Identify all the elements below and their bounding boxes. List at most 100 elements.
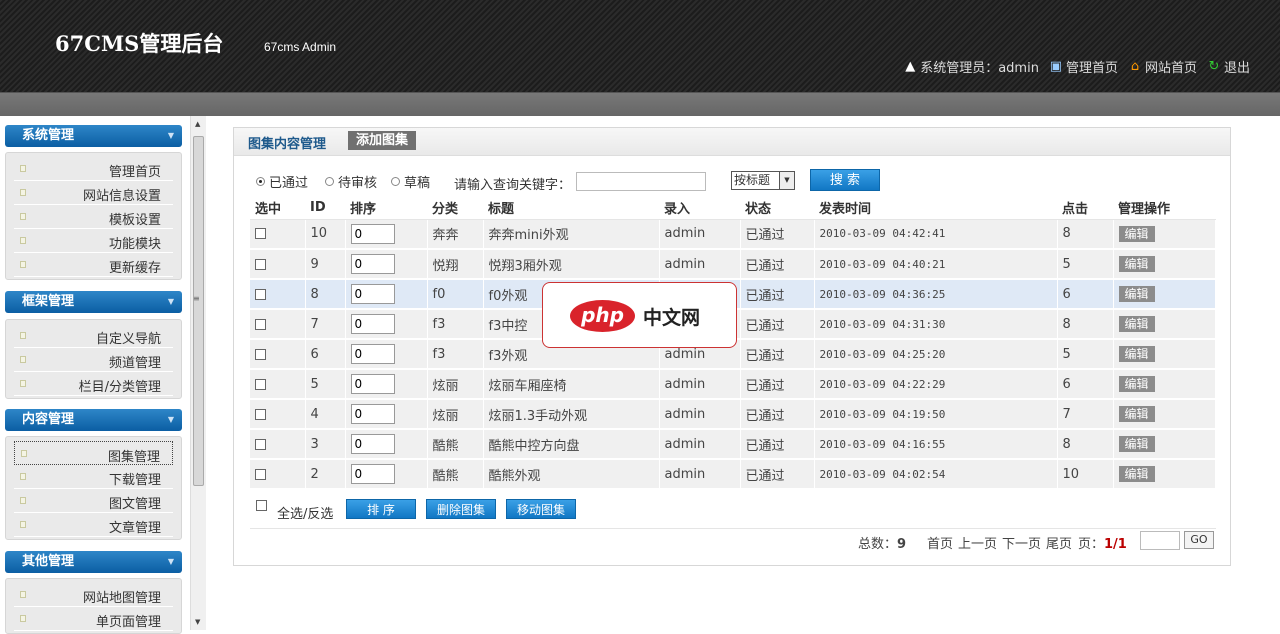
sort-input[interactable]: 0 bbox=[350, 314, 395, 334]
row-author: admin bbox=[659, 369, 741, 400]
bullet-icon bbox=[20, 591, 26, 598]
scroll-up-icon[interactable]: ▲ bbox=[195, 120, 200, 128]
col-category: 分类 bbox=[427, 197, 483, 220]
sidebar-item-single-page[interactable]: 单页面管理 bbox=[14, 607, 173, 631]
menu-label: 网站信息设置 bbox=[82, 189, 161, 204]
edit-button[interactable]: 编辑 bbox=[1118, 316, 1155, 332]
sort-input[interactable]: 0 bbox=[350, 404, 395, 424]
bullet-icon bbox=[20, 497, 26, 504]
sidebar-item-custom-nav[interactable]: 自定义导航 bbox=[14, 324, 173, 348]
row-checkbox[interactable] bbox=[255, 288, 266, 300]
sidebar-item-admin-home[interactable]: 管理首页 bbox=[14, 157, 173, 181]
row-category: f3 bbox=[427, 339, 484, 370]
sort-input[interactable]: 0 bbox=[350, 374, 395, 394]
row-checkbox[interactable] bbox=[255, 348, 266, 360]
sort-input[interactable]: 0 bbox=[350, 254, 395, 274]
move-gallery-button[interactable]: 移动图集 bbox=[506, 499, 576, 519]
edit-button[interactable]: 编辑 bbox=[1118, 406, 1155, 422]
edit-button[interactable]: 编辑 bbox=[1118, 436, 1155, 452]
scroll-thumb[interactable] bbox=[193, 136, 204, 486]
row-checkbox[interactable] bbox=[255, 468, 266, 480]
row-checkbox[interactable] bbox=[255, 318, 266, 330]
table-row[interactable]: 10 0 奔奔 奔奔mini外观 admin 已通过 2010-03-09 04:42:41… bbox=[250, 219, 1216, 250]
delete-gallery-button[interactable]: 删除图集 bbox=[426, 499, 496, 519]
row-id: 4 bbox=[305, 399, 346, 430]
sidebar-item-articles[interactable]: 文章管理 bbox=[14, 513, 173, 537]
sort-button[interactable]: 排 序 bbox=[346, 499, 416, 519]
site-home-link[interactable]: ⌂ 网站首页 bbox=[1128, 57, 1197, 76]
menu-label: 下载管理 bbox=[108, 473, 161, 488]
edit-button[interactable]: 编辑 bbox=[1118, 466, 1155, 482]
admin-home-link[interactable]: ▣ 管理首页 bbox=[1049, 57, 1118, 76]
edit-button[interactable]: 编辑 bbox=[1118, 346, 1155, 362]
table-row[interactable]: 9 0 悦翔 悦翔3厢外观 admin 已通过 2010-03-09 04:40:21 5 编辑 bbox=[250, 249, 1216, 280]
row-actions-cell: 编辑 bbox=[1113, 219, 1216, 250]
last-page-link[interactable]: 尾页 bbox=[1046, 533, 1072, 552]
edit-button[interactable]: 编辑 bbox=[1118, 225, 1155, 242]
sidebar-section-framework[interactable]: 框架管理 ▼ bbox=[5, 291, 182, 313]
row-clicks: 5 bbox=[1057, 249, 1114, 280]
page-number-input[interactable] bbox=[1140, 531, 1180, 550]
sidebar-item-gallery[interactable]: 图集管理 bbox=[14, 441, 173, 465]
search-field-select[interactable]: 按标题 ▼ bbox=[731, 171, 795, 190]
row-checkbox[interactable] bbox=[255, 408, 266, 420]
row-checkbox[interactable] bbox=[255, 438, 266, 450]
table-row[interactable]: 4 0 炫丽 炫丽1.3手动外观 admin 已通过 2010-03-09 04:19:50… bbox=[250, 399, 1216, 430]
sort-input[interactable]: 0 bbox=[350, 223, 395, 244]
sidebar-item-categories[interactable]: 栏目/分类管理 bbox=[14, 372, 173, 396]
table-row[interactable]: 3 0 酷熊 酷熊中控方向盘 admin 已通过 2010-03-09 04:16:55 8 编… bbox=[250, 429, 1216, 460]
first-page-link[interactable]: 首页 bbox=[927, 533, 953, 552]
sidebar-section-other[interactable]: 其他管理 ▼ bbox=[5, 551, 182, 573]
edit-button[interactable]: 编辑 bbox=[1118, 256, 1155, 272]
row-clicks: 6 bbox=[1057, 279, 1114, 310]
sidebar-section-system[interactable]: 系统管理 ▼ bbox=[5, 125, 182, 147]
sidebar-item-modules[interactable]: 功能模块 bbox=[14, 229, 173, 253]
select-all-label: 全选/反选 bbox=[277, 507, 334, 522]
row-checkbox[interactable] bbox=[255, 378, 266, 390]
sidebar-item-downloads[interactable]: 下载管理 bbox=[14, 465, 173, 489]
sidebar-item-channels[interactable]: 频道管理 bbox=[14, 348, 173, 372]
scroll-down-icon[interactable]: ▼ bbox=[195, 618, 200, 626]
row-select-cell bbox=[250, 369, 306, 400]
row-title: 奔奔mini外观 bbox=[483, 219, 660, 250]
sort-input[interactable]: 0 bbox=[350, 434, 395, 454]
edit-button[interactable]: 编辑 bbox=[1118, 376, 1155, 392]
row-author: admin bbox=[659, 459, 741, 490]
tab-add-gallery[interactable]: 添加图集 bbox=[348, 131, 417, 150]
section-title: 系统管理 bbox=[22, 128, 75, 143]
edit-button[interactable]: 编辑 bbox=[1118, 286, 1155, 302]
row-status: 已通过 bbox=[740, 459, 815, 490]
sidebar-item-image-text[interactable]: 图文管理 bbox=[14, 489, 173, 513]
search-button[interactable]: 搜 索 bbox=[810, 169, 880, 191]
row-checkbox[interactable] bbox=[255, 228, 266, 240]
radio-approved[interactable]: 已通过 bbox=[256, 172, 308, 191]
logout-link[interactable]: ↻ 退出 bbox=[1207, 57, 1250, 76]
select-all-checkbox[interactable] bbox=[256, 500, 267, 511]
sidebar-item-sitemap[interactable]: 网站地图管理 bbox=[14, 583, 173, 607]
prev-page-link[interactable]: 上一页 bbox=[958, 533, 997, 552]
next-page-link[interactable]: 下一页 bbox=[1002, 533, 1041, 552]
radio-pending[interactable]: 待审核 bbox=[325, 172, 377, 191]
menu-label: 功能模块 bbox=[108, 237, 161, 252]
table-row[interactable]: 2 0 酷熊 酷熊外观 admin 已通过 2010-03-09 04:02:54 10 编辑 bbox=[250, 459, 1216, 490]
sort-input[interactable]: 0 bbox=[350, 344, 395, 364]
radio-label: 待审核 bbox=[338, 176, 378, 191]
sidebar-item-template[interactable]: 模板设置 bbox=[14, 205, 173, 229]
site-logo: 67CMS管理后台 bbox=[55, 31, 224, 56]
pagination: 总数：9 首页 上一页 下一页 尾页 页：1/1 GO bbox=[250, 528, 1216, 554]
sidebar-item-site-info[interactable]: 网站信息设置 bbox=[14, 181, 173, 205]
table-row[interactable]: 5 0 炫丽 炫丽车厢座椅 admin 已通过 2010-03-09 04:22:29 6 编辑 bbox=[250, 369, 1216, 400]
radio-draft[interactable]: 草稿 bbox=[391, 172, 430, 191]
sidebar-item-cache[interactable]: 更新缓存 bbox=[14, 253, 173, 277]
sidebar-section-content[interactable]: 内容管理 ▼ bbox=[5, 409, 182, 431]
keyword-input[interactable] bbox=[576, 172, 706, 191]
sidebar-scrollbar[interactable]: ▲ ≡ ▼ bbox=[190, 116, 206, 630]
menu-label: 网站地图管理 bbox=[82, 591, 161, 606]
row-checkbox[interactable] bbox=[255, 258, 266, 270]
bullet-icon bbox=[20, 237, 26, 244]
go-button[interactable]: GO bbox=[1184, 531, 1214, 549]
tab-gallery-content[interactable]: 图集内容管理 bbox=[248, 133, 326, 152]
row-id: 10 bbox=[305, 219, 346, 250]
sort-input[interactable]: 0 bbox=[350, 284, 395, 304]
sort-input[interactable]: 0 bbox=[350, 464, 395, 484]
